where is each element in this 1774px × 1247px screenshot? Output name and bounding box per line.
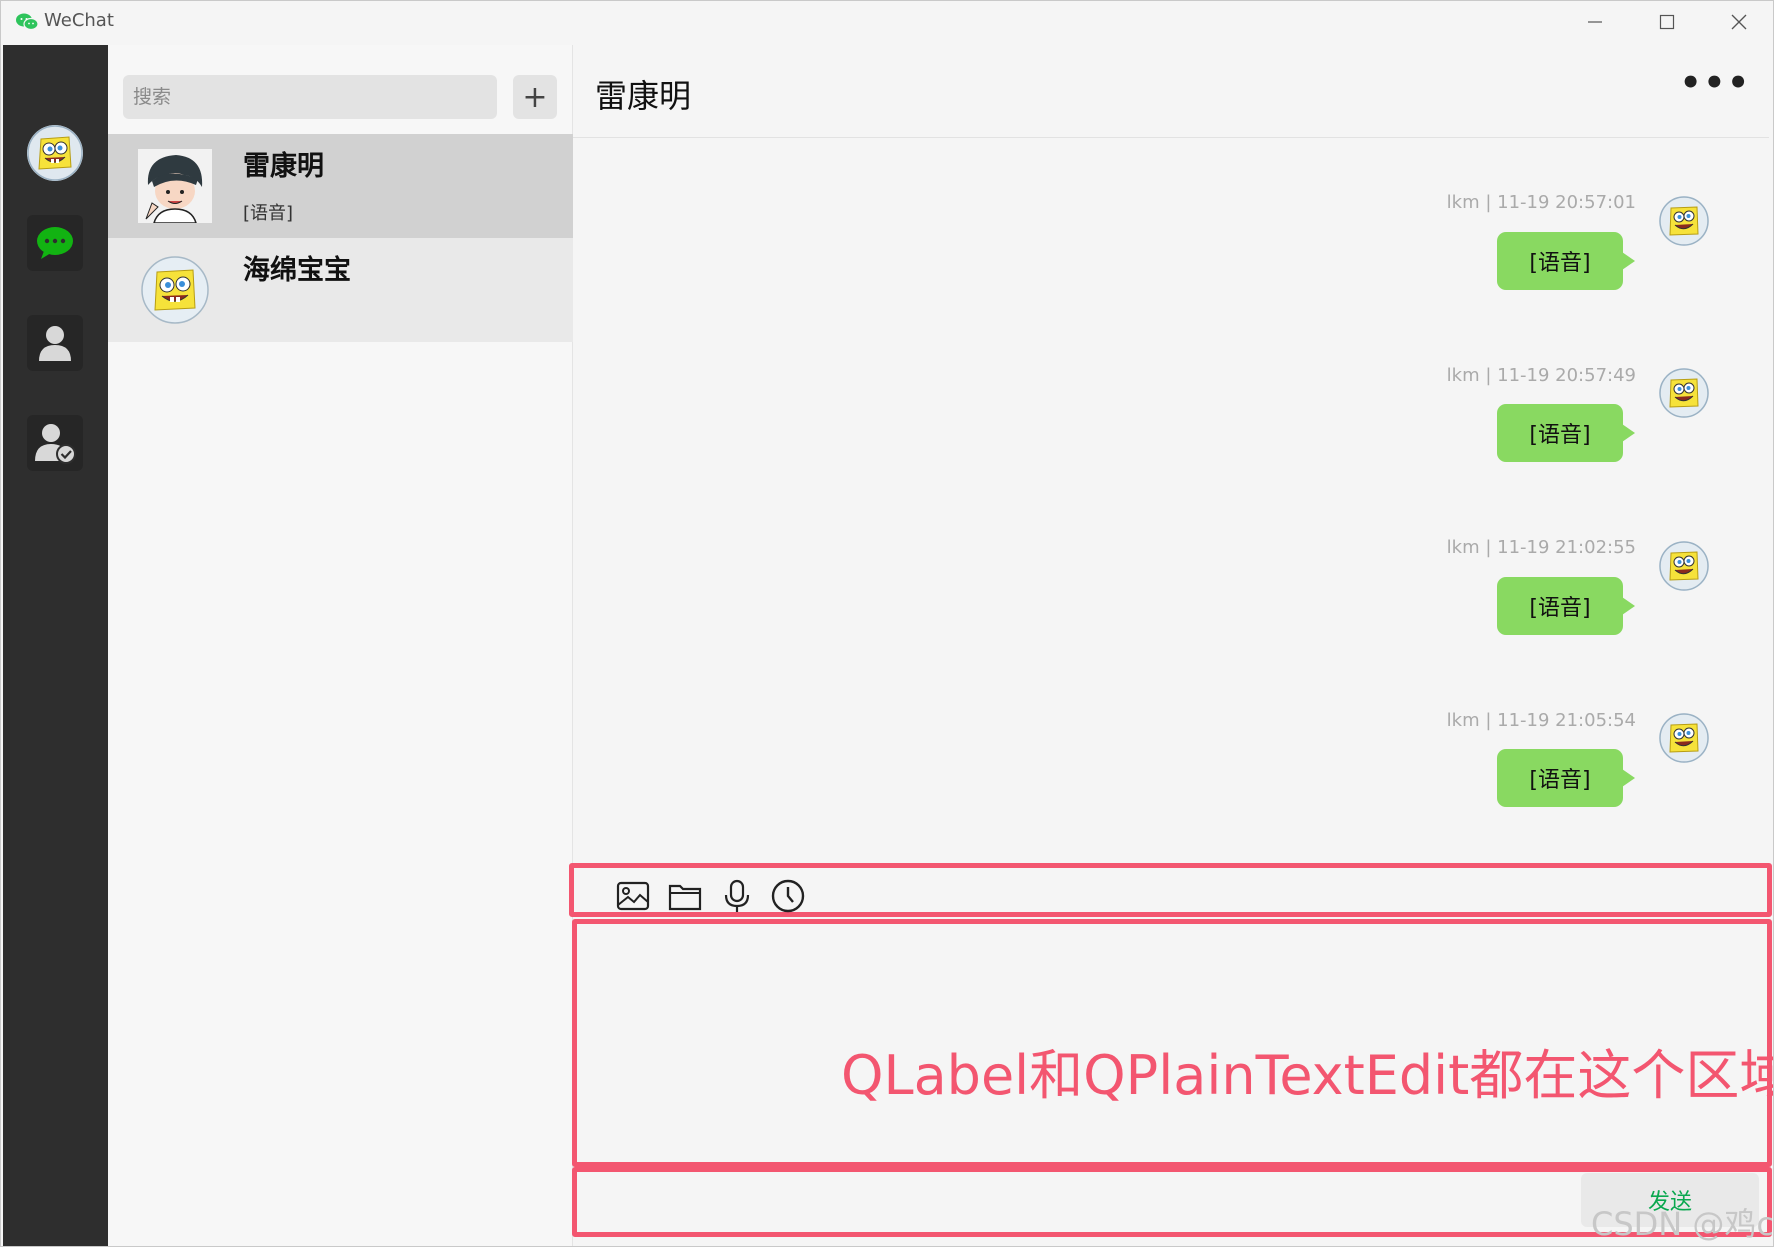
add-button[interactable]: + — [513, 75, 557, 119]
title-bar: WeChat — [1, 1, 1773, 45]
spongebob-avatar-icon — [1659, 713, 1709, 763]
message-meta: lkm | 11-19 20:57:49 — [1446, 365, 1636, 386]
maximize-button[interactable] — [1649, 7, 1685, 37]
message-avatar — [1659, 368, 1709, 418]
spongebob-avatar-icon — [1659, 196, 1709, 246]
spongebob-avatar-icon — [1659, 541, 1709, 591]
voice-message-bubble[interactable]: [语音] — [1497, 749, 1635, 807]
window-title: WeChat — [44, 10, 114, 31]
voice-message-bubble[interactable]: [语音] — [1497, 577, 1635, 635]
contact-item-selected[interactable]: 雷康明 [语音] — [108, 134, 573, 238]
wechat-window: WeChat 搜索 + 雷康明 [语音] 海绵宝宝 雷康明 ••• lkm | … — [0, 0, 1774, 1247]
person-icon — [39, 326, 71, 361]
minimize-icon — [1588, 21, 1602, 23]
person-check-icon — [35, 424, 76, 464]
contact-last-message: [语音] — [243, 203, 294, 224]
spongebob-avatar-icon — [27, 125, 83, 181]
input-toolbar — [569, 863, 1772, 917]
microphone-icon[interactable] — [719, 878, 755, 914]
friend-requests-nav-button[interactable] — [27, 415, 83, 471]
message-meta: lkm | 11-19 21:05:54 — [1446, 710, 1636, 731]
message-meta: lkm | 11-19 20:57:01 — [1446, 192, 1636, 213]
contact-item[interactable]: 海绵宝宝 — [108, 238, 573, 342]
contact-avatar — [141, 256, 209, 324]
minimize-button[interactable] — [1577, 7, 1613, 37]
more-options-button[interactable]: ••• — [1680, 63, 1751, 103]
chat-title: 雷康明 — [595, 77, 692, 115]
maximize-icon — [1659, 14, 1675, 30]
sidebar — [3, 45, 108, 1246]
conversation-list-pane: 搜索 + 雷康明 [语音] 海绵宝宝 — [108, 45, 573, 1246]
chats-nav-button[interactable] — [27, 215, 83, 271]
chat-bubble-icon — [37, 227, 73, 259]
wechat-logo-icon — [16, 13, 39, 31]
contact-name: 海绵宝宝 — [243, 255, 351, 286]
search-input[interactable]: 搜索 — [123, 75, 497, 119]
message-avatar — [1659, 196, 1709, 246]
message-avatar — [1659, 713, 1709, 763]
spongebob-avatar-icon — [1659, 368, 1709, 418]
annotation-label: QLabel和QPlainTextEdit都在这个区域 — [841, 1044, 1774, 1107]
message-avatar — [1659, 541, 1709, 591]
voice-message-bubble[interactable]: [语音] — [1497, 232, 1635, 290]
message-meta: lkm | 11-19 21:02:55 — [1446, 537, 1636, 558]
chat-header: 雷康明 ••• — [573, 45, 1769, 138]
user-avatar[interactable] — [27, 125, 83, 181]
clock-icon[interactable] — [770, 878, 806, 914]
close-button[interactable] — [1721, 7, 1757, 37]
contact-name: 雷康明 — [243, 151, 324, 182]
contact-avatar — [138, 149, 212, 223]
close-icon — [1731, 14, 1747, 30]
folder-icon[interactable] — [667, 878, 703, 914]
voice-message-bubble[interactable]: [语音] — [1497, 404, 1635, 462]
watermark: CSDN @鸡c — [1591, 1205, 1774, 1243]
contacts-nav-button[interactable] — [27, 315, 83, 371]
image-icon[interactable] — [615, 878, 651, 914]
